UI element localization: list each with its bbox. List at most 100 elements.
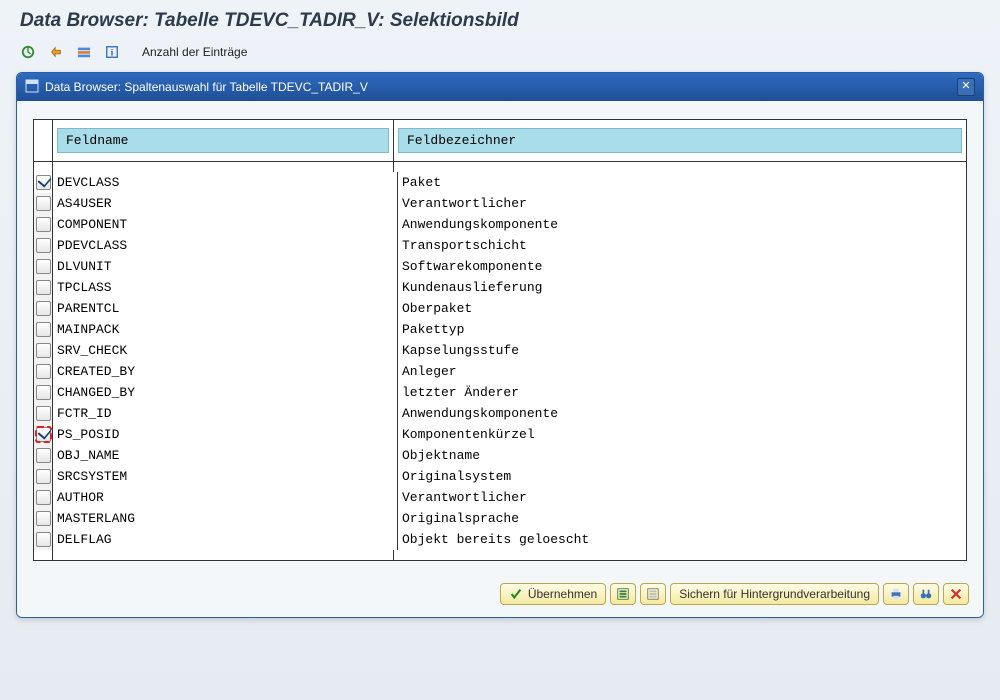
field-name-cell: OBJ_NAME xyxy=(53,445,398,466)
table-settings-icon[interactable] xyxy=(74,42,94,62)
field-desc-cell: Pakettyp xyxy=(398,319,966,340)
field-checkbox[interactable] xyxy=(36,322,51,337)
field-checkbox[interactable] xyxy=(36,175,51,190)
field-desc-cell: Anwendungskomponente xyxy=(398,214,966,235)
field-checkbox[interactable] xyxy=(36,259,51,274)
row-checkbox-cell xyxy=(34,487,53,508)
deselect-all-button[interactable] xyxy=(640,583,666,605)
table-row: PARENTCLOberpaket xyxy=(34,298,966,319)
field-name-cell: DEVCLASS xyxy=(53,172,398,193)
field-checkbox[interactable] xyxy=(36,343,51,358)
field-desc-cell: Originalsystem xyxy=(398,466,966,487)
select-all-icon xyxy=(616,587,630,601)
row-checkbox-cell xyxy=(34,361,53,382)
table-row: MASTERLANGOriginalsprache xyxy=(34,508,966,529)
field-desc-cell: Transportschicht xyxy=(398,235,966,256)
print-icon xyxy=(889,587,903,601)
check-icon xyxy=(509,587,523,601)
table-row: TPCLASSKundenauslieferung xyxy=(34,277,966,298)
field-checkbox[interactable] xyxy=(36,196,51,211)
row-checkbox-cell xyxy=(34,277,53,298)
field-checkbox[interactable] xyxy=(36,532,51,547)
field-name-cell: TPCLASS xyxy=(53,277,398,298)
table-row: PS_POSIDKomponentenkürzel xyxy=(34,424,966,445)
field-desc-cell: Kundenauslieferung xyxy=(398,277,966,298)
field-name-cell: AUTHOR xyxy=(53,487,398,508)
deselect-all-icon xyxy=(646,587,660,601)
table-row: COMPONENTAnwendungskomponente xyxy=(34,214,966,235)
cancel-button[interactable] xyxy=(943,583,969,605)
dialog-button-bar: Übernehmen Sichern für Hintergrundverarb… xyxy=(17,573,983,617)
dialog-title-icon xyxy=(25,79,39,96)
binoculars-icon xyxy=(919,587,933,601)
apply-button[interactable]: Übernehmen xyxy=(500,583,606,605)
table-spacer xyxy=(34,162,966,172)
field-checkbox[interactable] xyxy=(36,217,51,232)
field-name-cell: CREATED_BY xyxy=(53,361,398,382)
field-desc-cell: Verantwortlicher xyxy=(398,193,966,214)
field-name-cell: MASTERLANG xyxy=(53,508,398,529)
page-title-bar: Data Browser: Tabelle TDEVC_TADIR_V: Sel… xyxy=(0,0,1000,38)
field-name-cell: CHANGED_BY xyxy=(53,382,398,403)
app-root: Data Browser: Tabelle TDEVC_TADIR_V: Sel… xyxy=(0,0,1000,700)
table-spacer-bottom xyxy=(34,550,966,560)
field-name-cell: DELFLAG xyxy=(53,529,398,550)
row-checkbox-cell xyxy=(34,214,53,235)
field-name-cell: MAINPACK xyxy=(53,319,398,340)
field-name-cell: FCTR_ID xyxy=(53,403,398,424)
table-row: DELFLAGObjekt bereits geloescht xyxy=(34,529,966,550)
toolbar: i Anzahl der Einträge xyxy=(0,38,1000,72)
field-checkbox[interactable] xyxy=(36,490,51,505)
table-row: AUTHORVerantwortlicher xyxy=(34,487,966,508)
field-desc-cell: letzter Änderer xyxy=(398,382,966,403)
row-checkbox-cell xyxy=(34,340,53,361)
field-name-cell: SRCSYSTEM xyxy=(53,466,398,487)
field-checkbox[interactable] xyxy=(36,385,51,400)
field-desc-cell: Verantwortlicher xyxy=(398,487,966,508)
row-checkbox-cell xyxy=(34,403,53,424)
row-checkbox-cell xyxy=(34,193,53,214)
row-checkbox-cell xyxy=(34,424,53,445)
field-desc-cell: Softwarekomponente xyxy=(398,256,966,277)
dialog-body: Feldname Feldbezeichner DEVCLASSPaketAS4… xyxy=(17,101,983,573)
select-all-button[interactable] xyxy=(610,583,636,605)
field-checkbox[interactable] xyxy=(36,301,51,316)
field-checkbox[interactable] xyxy=(36,448,51,463)
header-fielddesc-col: Feldbezeichner xyxy=(394,120,966,161)
field-checkbox[interactable] xyxy=(36,427,51,442)
save-background-button[interactable]: Sichern für Hintergrundverarbeitung xyxy=(670,583,879,605)
dialog-close-button[interactable]: ✕ xyxy=(957,78,975,96)
table-row: PDEVCLASSTransportschicht xyxy=(34,235,966,256)
print-button[interactable] xyxy=(883,583,909,605)
table-row: OBJ_NAMEObjektname xyxy=(34,445,966,466)
field-checkbox[interactable] xyxy=(36,280,51,295)
field-desc-cell: Objekt bereits geloescht xyxy=(398,529,966,550)
column-select-dialog: Data Browser: Spaltenauswahl für Tabelle… xyxy=(16,72,984,618)
execute-icon[interactable] xyxy=(18,42,38,62)
execute-with-variant-icon[interactable] xyxy=(46,42,66,62)
row-checkbox-cell xyxy=(34,256,53,277)
field-desc-cell: Anleger xyxy=(398,361,966,382)
header-checkbox-col xyxy=(34,120,53,161)
search-button[interactable] xyxy=(913,583,939,605)
field-checkbox[interactable] xyxy=(36,469,51,484)
row-checkbox-cell xyxy=(34,466,53,487)
row-checkbox-cell xyxy=(34,382,53,403)
dialog-title-text: Data Browser: Spaltenauswahl für Tabelle… xyxy=(45,80,368,94)
dialog-titlebar: Data Browser: Spaltenauswahl für Tabelle… xyxy=(17,73,983,101)
field-name-cell: SRV_CHECK xyxy=(53,340,398,361)
field-checkbox[interactable] xyxy=(36,511,51,526)
field-desc-cell: Komponentenkürzel xyxy=(398,424,966,445)
row-checkbox-cell xyxy=(34,319,53,340)
field-checkbox[interactable] xyxy=(36,406,51,421)
field-desc-cell: Originalsprache xyxy=(398,508,966,529)
field-checkbox[interactable] xyxy=(36,364,51,379)
field-checkbox[interactable] xyxy=(36,238,51,253)
dialog-container: Data Browser: Spaltenauswahl für Tabelle… xyxy=(0,72,1000,618)
row-checkbox-cell xyxy=(34,172,53,193)
info-icon[interactable]: i xyxy=(102,42,122,62)
table-row: SRV_CHECKKapselungsstufe xyxy=(34,340,966,361)
row-checkbox-cell xyxy=(34,298,53,319)
table-row: CREATED_BYAnleger xyxy=(34,361,966,382)
page-title: Data Browser: Tabelle TDEVC_TADIR_V: Sel… xyxy=(20,10,519,31)
